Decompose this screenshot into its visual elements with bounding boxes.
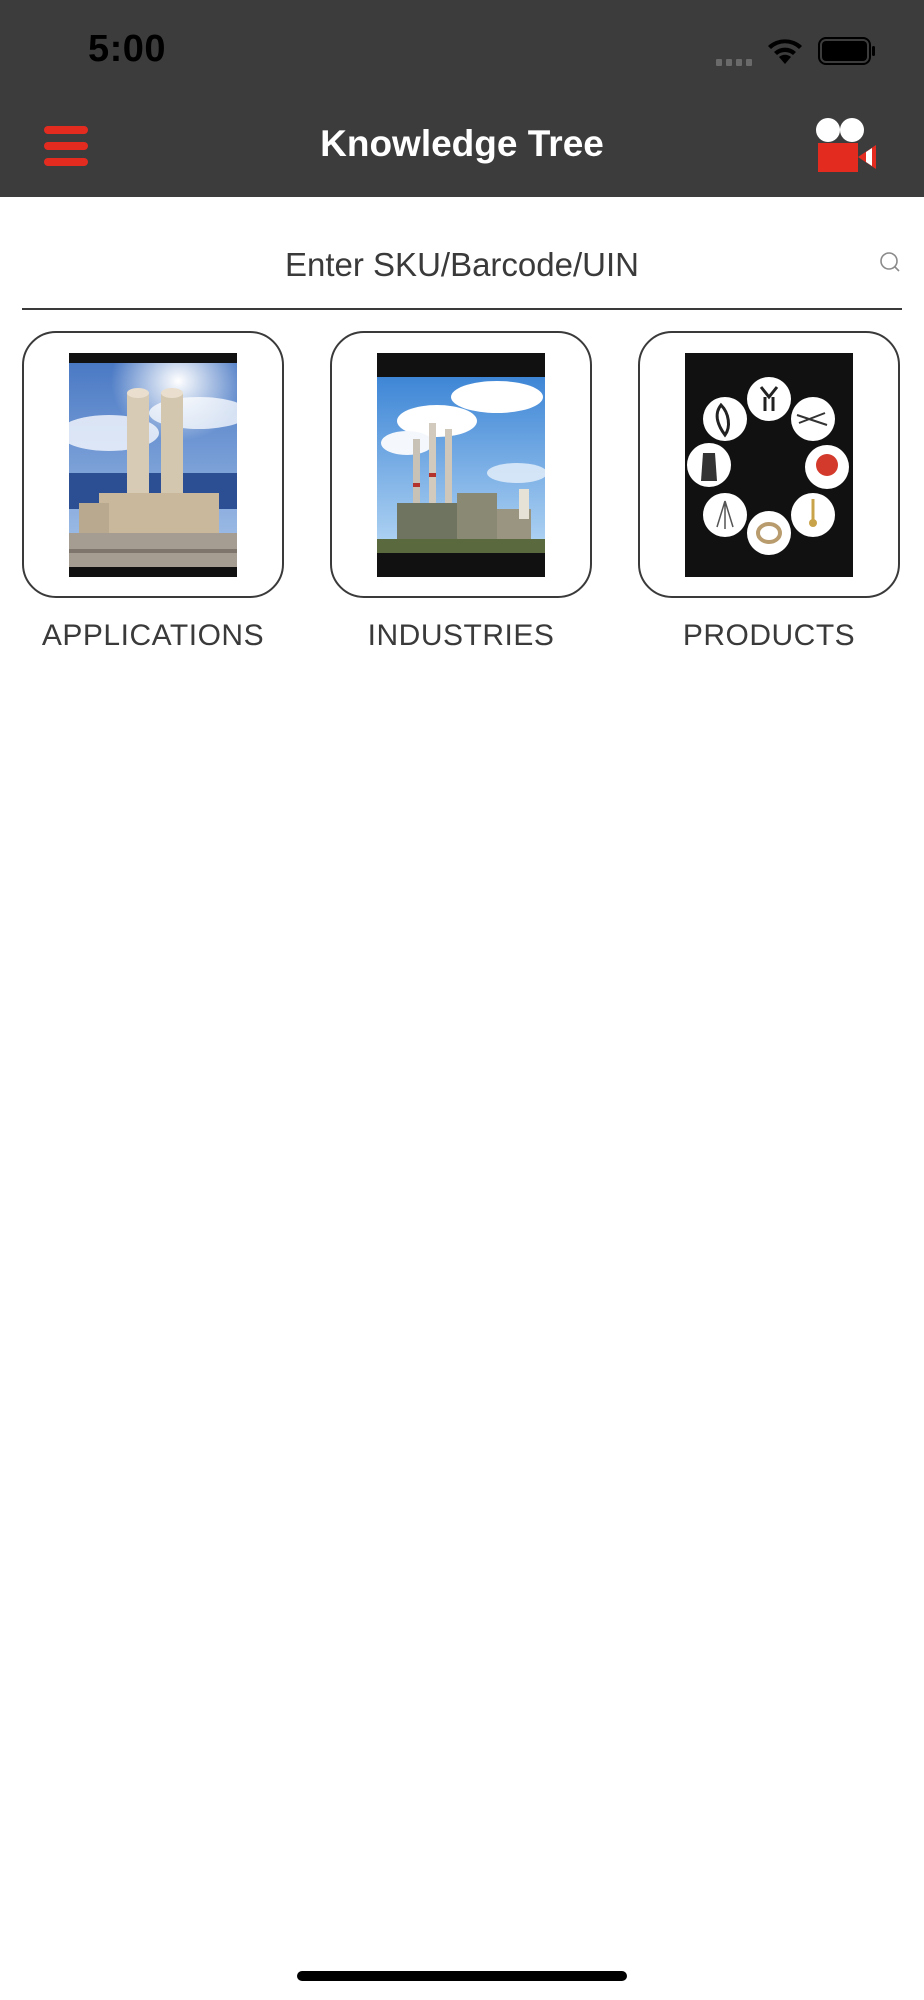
search-input[interactable] bbox=[22, 222, 842, 308]
home-indicator[interactable] bbox=[297, 1971, 627, 1981]
industries-tile[interactable] bbox=[330, 331, 592, 598]
search-icon[interactable] bbox=[878, 250, 902, 274]
wifi-icon bbox=[768, 39, 802, 64]
app-header: 5:00 Knowledge Tree bbox=[0, 0, 924, 197]
industries-label[interactable]: INDUSTRIES bbox=[316, 619, 606, 653]
battery-icon bbox=[818, 37, 875, 65]
applications-image bbox=[69, 353, 237, 577]
status-time: 5:00 bbox=[88, 28, 167, 70]
products-image bbox=[685, 353, 853, 577]
applications-label[interactable]: APPLICATIONS bbox=[8, 619, 298, 653]
applications-tile[interactable] bbox=[22, 331, 284, 598]
products-tile[interactable] bbox=[638, 331, 900, 598]
status-icons bbox=[716, 34, 876, 68]
industries-image bbox=[377, 353, 545, 577]
cellular-signal-icon bbox=[716, 36, 752, 66]
products-label[interactable]: PRODUCTS bbox=[624, 619, 914, 653]
search-bar bbox=[22, 222, 902, 310]
video-camera-icon[interactable] bbox=[814, 118, 878, 174]
page-title: Knowledge Tree bbox=[320, 123, 604, 164]
